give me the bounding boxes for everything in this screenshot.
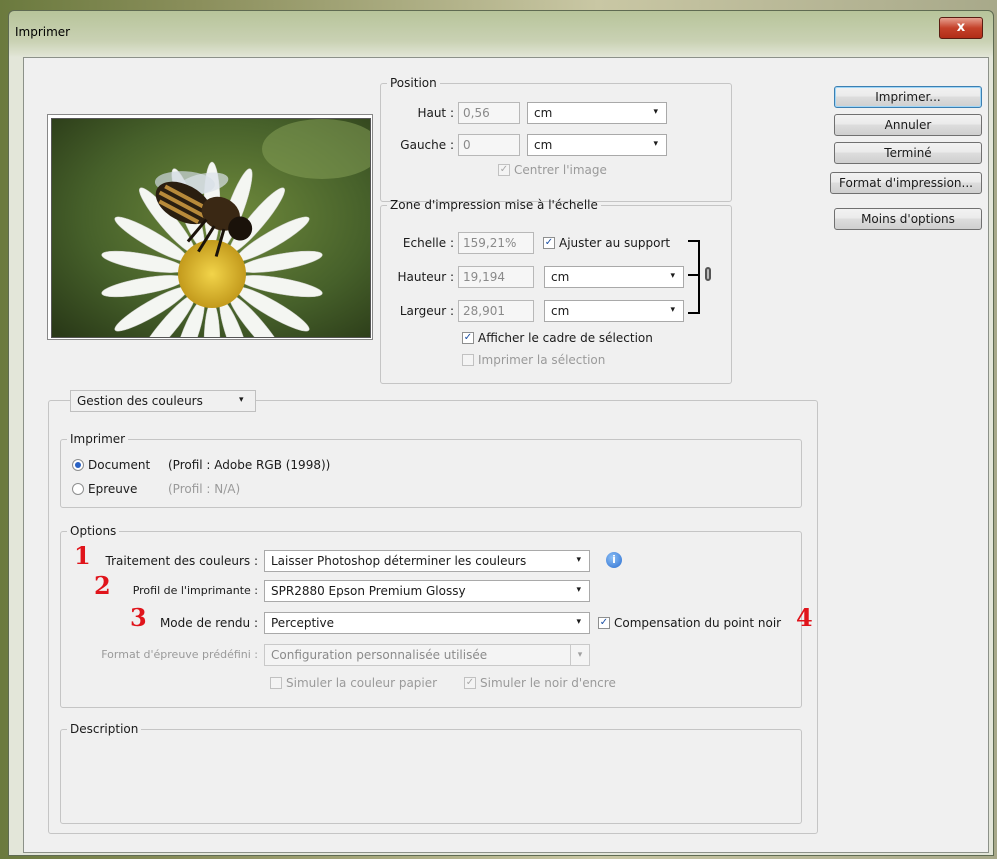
close-button[interactable]: x (939, 17, 983, 39)
gauche-label: Gauche : (400, 138, 454, 152)
color-handling-select[interactable]: Laisser Photoshop déterminer les couleur… (264, 550, 590, 572)
fewer-options-button[interactable]: Moins d'options (834, 208, 982, 230)
color-handling-value: Laisser Photoshop déterminer les couleur… (271, 554, 527, 568)
haut-unit-value: cm (534, 106, 553, 120)
hauteur-unit-select[interactable]: cm ▾ (544, 266, 684, 288)
printer-profile-select[interactable]: SPR2880 Epson Premium Glossy ▾ (264, 580, 590, 602)
print-selection-checkbox[interactable] (462, 354, 474, 366)
hauteur-unit-value: cm (551, 270, 570, 284)
dialog-body: Position Haut : 0,56 cm ▾ Gauche : 0 cm ▾ … (23, 57, 989, 853)
largeur-field[interactable]: 28,901 (458, 300, 534, 322)
info-icon[interactable]: i (606, 552, 622, 568)
section-select[interactable]: Gestion des couleurs ▾ (70, 390, 256, 412)
description-legend: Description (70, 722, 139, 736)
fit-media-label: Ajuster au support (559, 236, 671, 250)
gauche-unit-value: cm (534, 138, 553, 152)
largeur-unit-select[interactable]: cm ▾ (544, 300, 684, 322)
window-title: Imprimer (15, 25, 71, 39)
chevron-down-icon: ▾ (576, 585, 581, 595)
black-point-compensation-checkbox[interactable]: ✓ (598, 617, 610, 629)
print-preview (47, 114, 373, 340)
page-setup-button[interactable]: Format d'impression... (830, 172, 982, 194)
chevron-down-icon: ▾ (576, 617, 581, 627)
print-dialog-window: Imprimer x Position Haut: 0,56 cm ▾ Gau… (8, 10, 994, 856)
document-label: Document (88, 458, 151, 472)
proof-radio[interactable] (72, 483, 84, 495)
haut-unit-select[interactable]: cm ▾ (527, 102, 667, 124)
chain-link-icon[interactable] (705, 267, 711, 281)
show-bounding-box-checkbox[interactable]: ✓ (462, 332, 474, 344)
hauteur-label: Hauteur : (397, 270, 454, 284)
done-button[interactable]: Terminé (834, 142, 982, 164)
largeur-label: Largeur : (399, 304, 454, 318)
gauche-field[interactable]: 0 (458, 134, 520, 156)
show-bounding-box-label: Afficher le cadre de sélection (478, 331, 653, 345)
document-profile: (Profil : Adobe RGB (1998)) (168, 458, 331, 472)
proof-label: Epreuve (88, 482, 138, 496)
bee-on-daisy-image (51, 118, 371, 338)
simulate-paper-color-checkbox[interactable] (270, 677, 282, 689)
black-point-compensation-label: Compensation du point noir (614, 616, 782, 630)
printer-profile-label: Profil de l'imprimante : (132, 584, 258, 597)
position-legend: Position (390, 76, 437, 90)
annotation-4: 4 (796, 603, 813, 632)
scaled-print-area-legend: Zone d'impression mise à l'échelle (390, 198, 598, 212)
chevron-down-icon: ▾ (570, 645, 589, 665)
color-handling-label: Traitement des couleurs : (105, 554, 258, 568)
gauche-unit-select[interactable]: cm ▾ (527, 134, 667, 156)
haut-label: Haut : (417, 106, 454, 120)
proof-setup-select[interactable]: Configuration personnalisée utilisée ▾ (264, 644, 590, 666)
simulate-black-ink-label: Simuler le noir d'encre (480, 676, 616, 690)
hauteur-field[interactable]: 19,194 (458, 266, 534, 288)
echelle-field[interactable]: 159,21% (458, 232, 534, 254)
aspect-link-line (688, 274, 700, 276)
document-radio[interactable] (72, 459, 84, 471)
rendering-intent-value: Perceptive (271, 616, 334, 630)
section-select-value: Gestion des couleurs (77, 394, 203, 408)
description-group: Description (60, 722, 802, 824)
print-source-legend: Imprimer (70, 432, 126, 446)
echelle-label: Echelle : (402, 236, 454, 250)
haut-field[interactable]: 0,56 (458, 102, 520, 124)
center-image-label: Centrer l'image (514, 163, 607, 177)
print-selection-label: Imprimer la sélection (478, 353, 606, 367)
options-legend: Options (70, 524, 117, 538)
chevron-down-icon: ▾ (670, 305, 675, 315)
chevron-down-icon: ▾ (670, 271, 675, 281)
aspect-link-bracket (688, 240, 700, 314)
chevron-down-icon: ▾ (576, 555, 581, 565)
simulate-black-ink-checkbox[interactable]: ✓ (464, 677, 476, 689)
print-button[interactable]: Imprimer... (834, 86, 982, 108)
cancel-button[interactable]: Annuler (834, 114, 982, 136)
largeur-unit-value: cm (551, 304, 570, 318)
proof-setup-value: Configuration personnalisée utilisée (271, 648, 488, 662)
rendering-intent-label: Mode de rendu : (159, 616, 258, 630)
chevron-down-icon: ▾ (653, 107, 658, 117)
proof-setup-label: Format d'épreuve prédéfini : (101, 648, 258, 661)
rendering-intent-select[interactable]: Perceptive ▾ (264, 612, 590, 634)
simulate-paper-color-label: Simuler la couleur papier (286, 676, 438, 690)
chevron-down-icon: ▾ (653, 139, 658, 149)
fit-media-checkbox[interactable]: ✓ (543, 237, 555, 249)
chevron-down-icon: ▾ (239, 395, 244, 405)
center-image-checkbox[interactable]: ✓ (498, 164, 510, 176)
proof-profile: (Profil : N/A) (168, 482, 241, 496)
printer-profile-value: SPR2880 Epson Premium Glossy (271, 584, 466, 598)
